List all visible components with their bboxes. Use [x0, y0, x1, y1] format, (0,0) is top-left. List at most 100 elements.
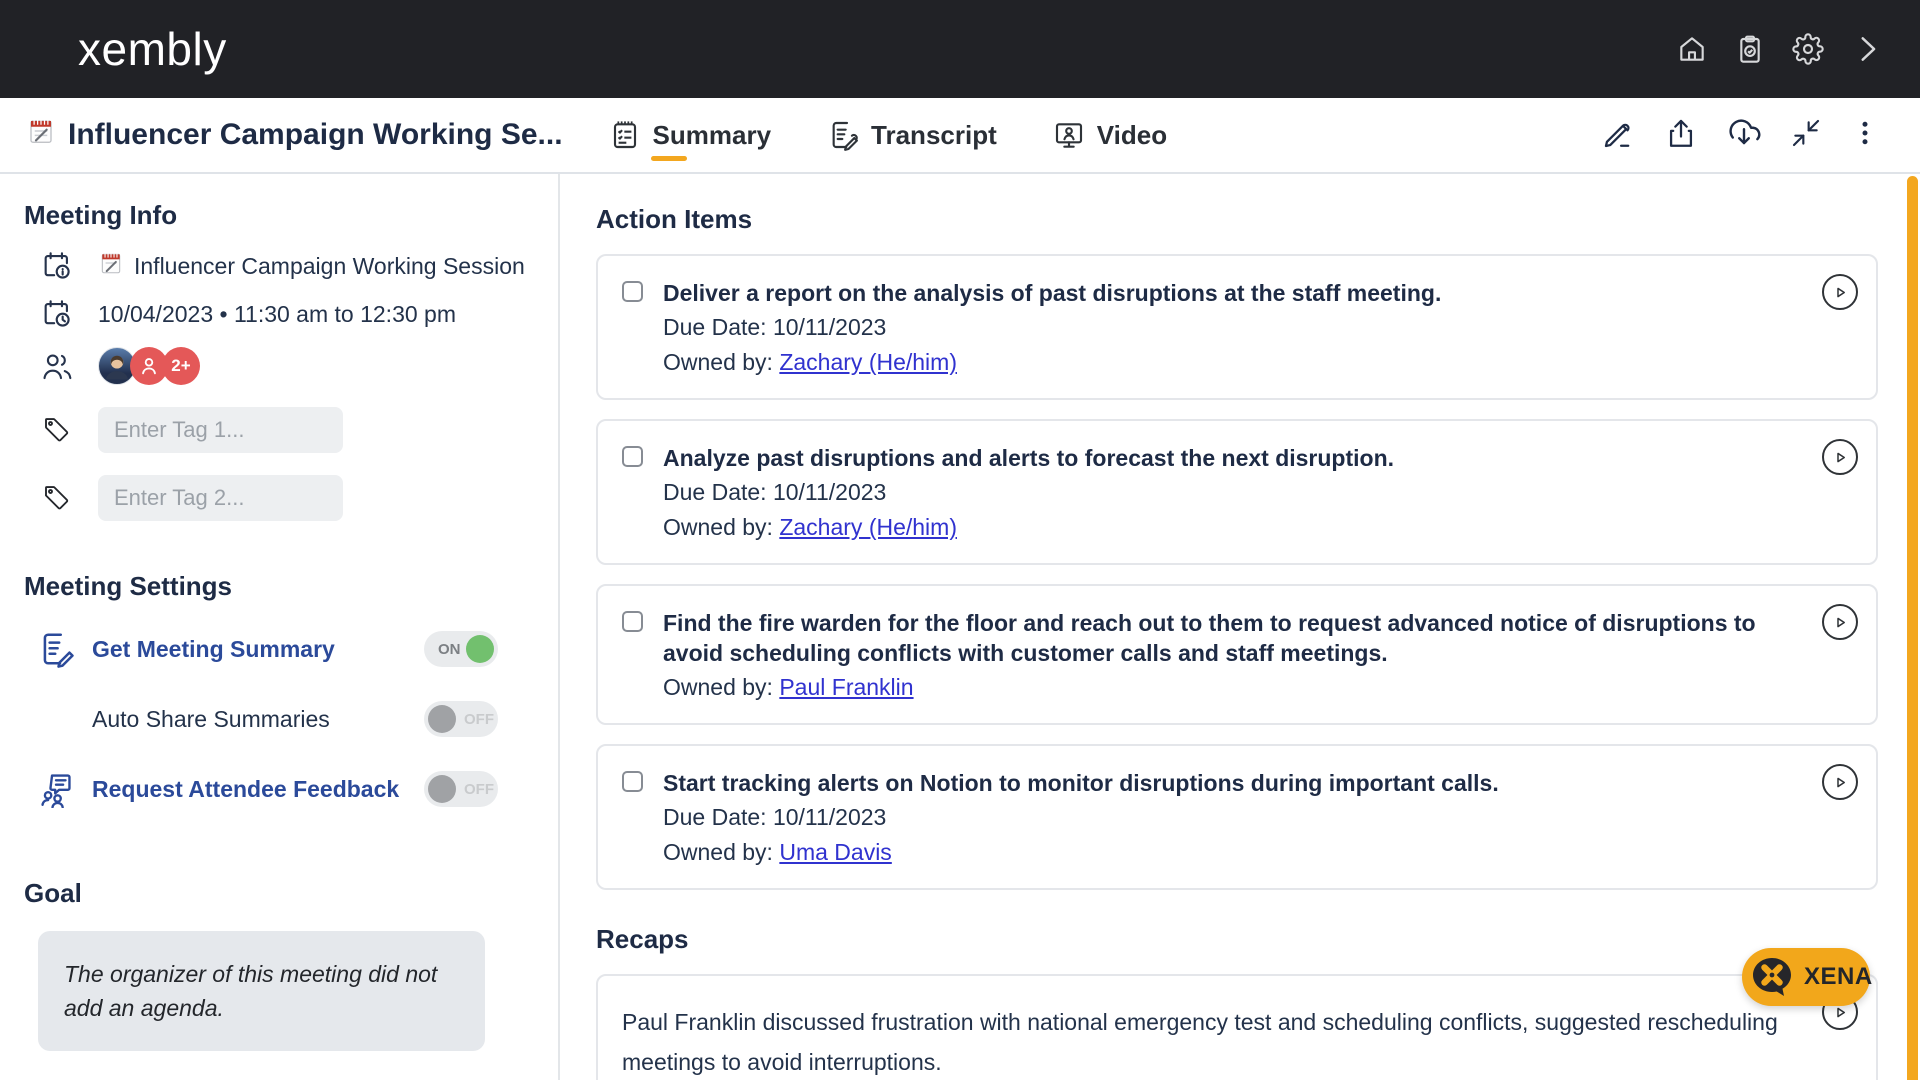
xena-assistant-button[interactable]: XENA [1742, 948, 1873, 1006]
meeting-name-row: Influencer Campaign Working Session [38, 249, 558, 283]
setting-auto-share-summaries: Auto Share Summaries OFF [24, 696, 558, 742]
share-icon[interactable] [1664, 116, 1698, 155]
action-item-due-date: Due Date: 10/11/2023 [663, 314, 887, 340]
kebab-menu-icon[interactable] [1850, 118, 1880, 153]
action-item-checkbox[interactable] [622, 446, 643, 467]
action-items-heading: Action Items [596, 204, 753, 234]
tab-transcript[interactable]: Transcript [827, 119, 997, 151]
action-item-owner-row: Owned by: Paul Franklin [663, 674, 914, 700]
clipboard-tasks-icon[interactable] [1734, 33, 1766, 65]
active-tab-underline [650, 156, 687, 161]
action-item-card: Analyze past disruptions and alerts to f… [596, 419, 1878, 565]
action-item-owner-row: Owned by: Uma Davis [663, 839, 892, 865]
owner-link[interactable]: Zachary (He/him) [779, 514, 957, 540]
meeting-title: Influencer Campaign Working Se... [26, 116, 563, 154]
goal-heading: Goal [24, 878, 82, 908]
collapse-icon[interactable] [1790, 117, 1822, 154]
attendees-icon [38, 349, 76, 383]
chevron-right-icon[interactable] [1850, 32, 1884, 66]
action-item-title: Deliver a report on the analysis of past… [663, 280, 1442, 306]
tab-video[interactable]: Video [1053, 119, 1167, 151]
action-item-checkbox[interactable] [622, 281, 643, 302]
action-item-card: Deliver a report on the analysis of past… [596, 254, 1878, 400]
meeting-header: Influencer Campaign Working Se... Summar… [0, 98, 1920, 174]
summary-main-panel: Action Items Deliver a report on the ana… [560, 174, 1920, 1080]
meeting-settings-heading: Meeting Settings [24, 571, 233, 601]
header-action-icons [1602, 115, 1880, 156]
setting-get-meeting-summary: Get Meeting Summary ON [24, 626, 558, 672]
toggle-knob [466, 635, 494, 663]
toggle-state-label: OFF [464, 710, 494, 728]
action-item-due-date: Due Date: 10/11/2023 [663, 479, 887, 505]
action-item-title: Find the fire warden for the floor and r… [663, 610, 1756, 666]
recap-card: Paul Franklin discussed frustration with… [596, 974, 1878, 1080]
action-item-card: Start tracking alerts on Notion to monit… [596, 744, 1878, 890]
tag1-input[interactable] [98, 407, 343, 453]
toggle-get-meeting-summary[interactable]: ON [424, 631, 498, 667]
recap-text: Paul Franklin discussed frustration with… [622, 1009, 1778, 1075]
action-item-owner-row: Owned by: Zachary (He/him) [663, 514, 957, 540]
content-body: Meeting Info Influencer Campaign Working… [0, 174, 1920, 1080]
app-window: xembly Influencer Campaign Working Se... [0, 0, 1920, 1080]
view-tabs: Summary Transcript Video [609, 119, 1602, 161]
setting-label[interactable]: Request Attendee Feedback [92, 776, 399, 803]
calendar-info-icon [38, 249, 76, 283]
recaps-heading: Recaps [596, 924, 689, 954]
tag1-row [38, 407, 558, 453]
page-scrollbar-thumb[interactable] [1907, 176, 1918, 1080]
calendar-clock-icon [38, 297, 76, 331]
notepad-emoji-icon [98, 250, 124, 282]
top-navigation-bar: xembly [0, 0, 1920, 98]
setting-request-attendee-feedback: Request Attendee Feedback OFF [24, 766, 558, 812]
notepad-emoji-icon [26, 116, 56, 154]
play-snippet-button[interactable] [1822, 439, 1858, 475]
tag-icon [38, 415, 76, 445]
download-cloud-icon[interactable] [1726, 115, 1762, 156]
xembly-logo: xembly [78, 23, 227, 75]
toggle-knob [428, 775, 456, 803]
toggle-knob [428, 705, 456, 733]
tag-icon [38, 483, 76, 513]
owner-link[interactable]: Zachary (He/him) [779, 349, 957, 375]
tag2-row [38, 475, 558, 521]
edit-pencil-icon[interactable] [1602, 116, 1636, 155]
setting-label[interactable]: Auto Share Summaries [92, 706, 330, 733]
feedback-icon [34, 770, 78, 808]
play-snippet-button[interactable] [1822, 764, 1858, 800]
page-title: Influencer Campaign Working Se... [68, 118, 563, 151]
toggle-request-attendee-feedback[interactable]: OFF [424, 771, 498, 807]
play-snippet-button[interactable] [1822, 274, 1858, 310]
owner-link[interactable]: Uma Davis [779, 839, 891, 865]
tab-summary-label: Summary [652, 119, 772, 150]
attendees-row: 2+ [38, 347, 558, 385]
home-icon[interactable] [1676, 33, 1708, 65]
action-item-owner-row: Owned by: Zachary (He/him) [663, 349, 957, 375]
meeting-datetime: 10/04/2023 • 11:30 am to 12:30 pm [98, 300, 456, 327]
tab-transcript-label: Transcript [871, 119, 997, 150]
action-item-card: Find the fire warden for the floor and r… [596, 584, 1878, 725]
tag2-input[interactable] [98, 475, 343, 521]
setting-label[interactable]: Get Meeting Summary [92, 636, 335, 663]
play-snippet-button[interactable] [1822, 604, 1858, 640]
goal-empty-state: The organizer of this meeting did not ad… [38, 931, 485, 1051]
action-item-checkbox[interactable] [622, 611, 643, 632]
tab-summary[interactable]: Summary [609, 119, 772, 161]
xena-label: XENA [1804, 963, 1873, 990]
toggle-state-label: OFF [464, 780, 494, 798]
meeting-sidebar: Meeting Info Influencer Campaign Working… [0, 174, 560, 1080]
toggle-state-label: ON [438, 640, 461, 658]
action-item-due-date: Due Date: 10/11/2023 [663, 804, 887, 830]
meeting-info-heading: Meeting Info [24, 200, 178, 230]
meeting-datetime-row: 10/04/2023 • 11:30 am to 12:30 pm [38, 297, 558, 331]
owner-link[interactable]: Paul Franklin [779, 674, 913, 700]
action-item-title: Analyze past disruptions and alerts to f… [663, 445, 1395, 471]
attendee-avatars[interactable]: 2+ [98, 347, 200, 385]
toggle-auto-share-summaries[interactable]: OFF [424, 701, 498, 737]
topbar-icons [1676, 32, 1884, 66]
action-item-checkbox[interactable] [622, 771, 643, 792]
action-item-title: Start tracking alerts on Notion to monit… [663, 770, 1499, 796]
xena-logo-icon [1748, 953, 1796, 1001]
settings-gear-icon[interactable] [1792, 33, 1824, 65]
attendee-overflow-badge[interactable]: 2+ [162, 347, 200, 385]
tab-video-label: Video [1096, 119, 1168, 150]
